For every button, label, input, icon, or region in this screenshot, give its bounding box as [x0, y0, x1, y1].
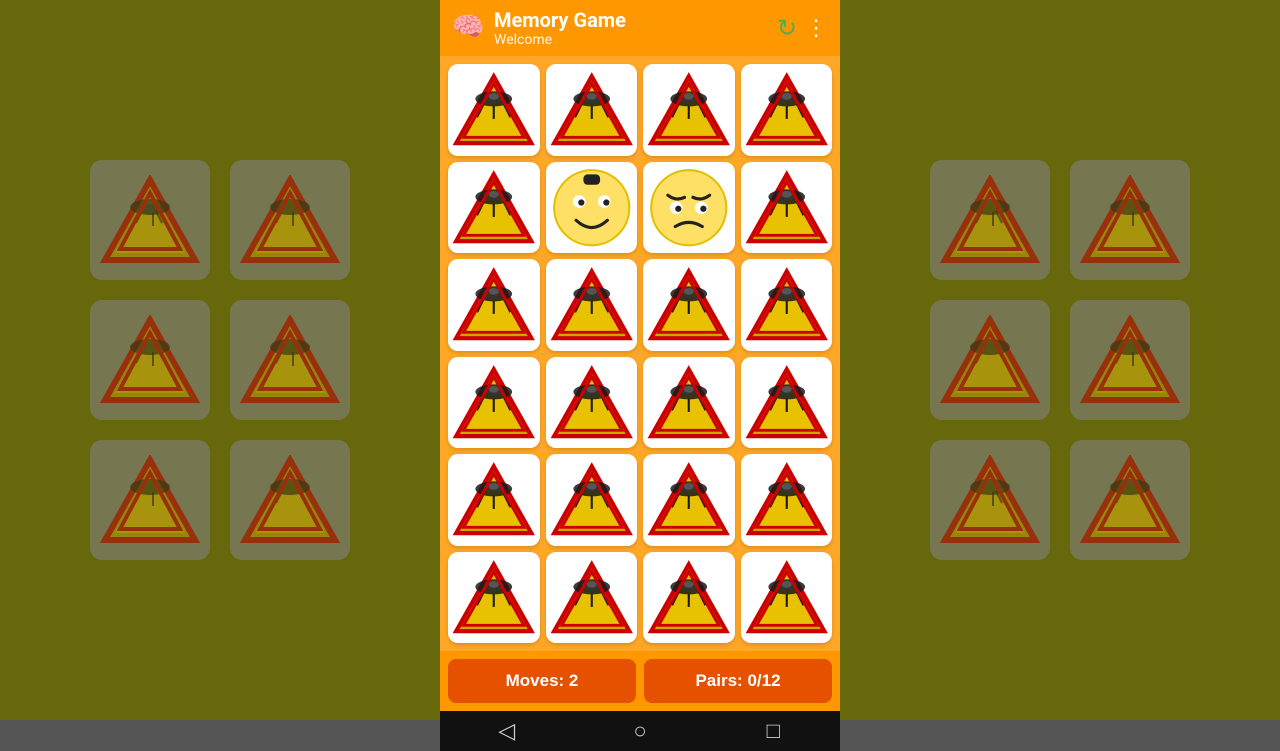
more-icon[interactable]: ⋮: [805, 16, 828, 41]
bg-sign: [1070, 160, 1190, 280]
phone-panel: 🧠 Memory Game Welcome ↻ ⋮: [440, 0, 840, 720]
refresh-icon[interactable]: ↻: [777, 14, 797, 42]
card-2[interactable]: [643, 64, 735, 156]
game-area: [440, 56, 840, 651]
app-title: Memory Game: [494, 8, 767, 32]
card-20[interactable]: [448, 552, 540, 644]
card-9[interactable]: [546, 259, 638, 351]
bg-left: [0, 0, 440, 720]
recents-button[interactable]: □: [753, 711, 793, 751]
bg-sign: [90, 440, 210, 560]
card-15[interactable]: [741, 357, 833, 449]
pairs-display: Pairs: 0/12: [644, 659, 832, 703]
app-bar-actions: ↻ ⋮: [777, 14, 828, 42]
back-button[interactable]: ◁: [487, 711, 527, 751]
card-11[interactable]: [741, 259, 833, 351]
card-3[interactable]: [741, 64, 833, 156]
card-4[interactable]: [448, 162, 540, 254]
card-23[interactable]: [741, 552, 833, 644]
card-grid: [448, 64, 832, 643]
moves-display: Moves: 2: [448, 659, 636, 703]
bg-sign: [90, 160, 210, 280]
card-14[interactable]: [643, 357, 735, 449]
bg-sign: [90, 300, 210, 420]
card-12[interactable]: [448, 357, 540, 449]
card-6[interactable]: [643, 162, 735, 254]
card-21[interactable]: [546, 552, 638, 644]
card-18[interactable]: [643, 454, 735, 546]
card-8[interactable]: [448, 259, 540, 351]
card-7[interactable]: [741, 162, 833, 254]
card-22[interactable]: [643, 552, 735, 644]
card-17[interactable]: [546, 454, 638, 546]
card-10[interactable]: [643, 259, 735, 351]
home-button[interactable]: ○: [620, 711, 660, 751]
bg-right: [840, 0, 1280, 720]
card-0[interactable]: [448, 64, 540, 156]
card-19[interactable]: [741, 454, 833, 546]
card-5[interactable]: [546, 162, 638, 254]
bg-sign: [930, 440, 1050, 560]
bg-sign: [230, 160, 350, 280]
bg-sign: [930, 160, 1050, 280]
score-bar: Moves: 2 Pairs: 0/12: [440, 651, 840, 711]
bg-sign: [1070, 440, 1190, 560]
bg-sign: [1070, 300, 1190, 420]
app-bar: 🧠 Memory Game Welcome ↻ ⋮: [440, 0, 840, 56]
bg-sign: [230, 440, 350, 560]
app-titles: Memory Game Welcome: [494, 8, 767, 48]
bg-sign: [930, 300, 1050, 420]
brain-icon: 🧠: [452, 12, 484, 44]
nav-bar: ◁ ○ □: [440, 711, 840, 751]
card-1[interactable]: [546, 64, 638, 156]
card-16[interactable]: [448, 454, 540, 546]
app-subtitle: Welcome: [494, 32, 767, 48]
bg-sign: [230, 300, 350, 420]
card-13[interactable]: [546, 357, 638, 449]
